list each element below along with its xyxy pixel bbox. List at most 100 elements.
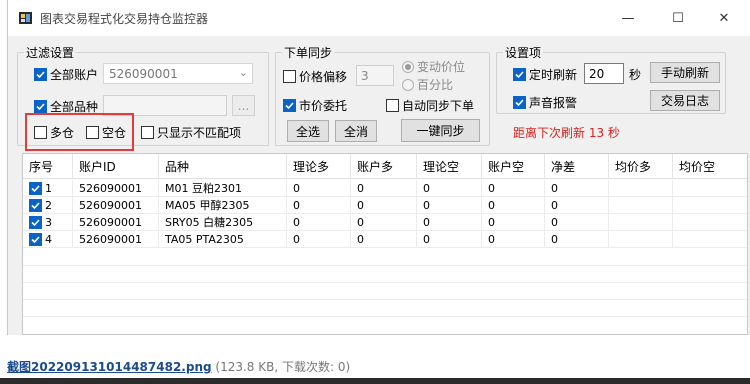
trade-log-button[interactable]: 交易日志 — [650, 90, 720, 111]
table-cell — [609, 214, 673, 231]
table-cell: SRY05 白糖2305 — [159, 214, 287, 231]
column-header[interactable]: 理论空 — [417, 154, 482, 179]
row-select-cell[interactable]: 1 — [23, 180, 73, 197]
table-row[interactable]: 1 526090001 M01 豆粕2301 0 0 0 0 0 — [23, 180, 747, 197]
all-accounts-checkbox[interactable]: 全部账户 — [34, 66, 98, 83]
table-cell: 0 — [417, 180, 482, 197]
checkmark-icon — [29, 181, 42, 195]
column-header[interactable]: 品种 — [159, 154, 287, 179]
column-header[interactable]: 均价空 — [673, 154, 747, 179]
manual-refresh-button[interactable]: 手动刷新 — [650, 62, 720, 83]
table-cell — [673, 180, 747, 197]
chevron-down-icon: ⌄ — [238, 66, 248, 79]
checkmark-icon — [34, 68, 47, 81]
table-cell: 0 — [287, 231, 351, 248]
short-position-label: 空仓 — [102, 126, 127, 140]
price-offset-input[interactable]: 3 — [356, 65, 394, 86]
order-sync-legend: 下单同步 — [284, 46, 333, 60]
table-cell: 0 — [351, 214, 417, 231]
table-cell: 0 — [482, 231, 545, 248]
checkmark-icon — [513, 96, 526, 109]
column-header[interactable]: 均价多 — [609, 154, 673, 179]
attachment-meta: (123.8 KB, 下载次数: 0) — [215, 360, 351, 374]
mismatch-only-checkbox[interactable]: 只显示不匹配项 — [141, 124, 241, 141]
row-number: 3 — [45, 215, 52, 229]
percent-radio[interactable]: 百分比 — [402, 76, 453, 93]
long-position-checkbox[interactable]: 多仓 — [34, 124, 74, 141]
refresh-interval-input[interactable]: 20 — [584, 63, 624, 84]
timed-refresh-checkbox[interactable]: 定时刷新 — [513, 66, 577, 83]
deselect-all-button[interactable]: 全消 — [335, 120, 377, 142]
table-cell — [673, 231, 747, 248]
market-order-label: 市价委托 — [299, 99, 348, 113]
grid-line — [23, 282, 747, 283]
column-header[interactable]: 理论多 — [287, 154, 351, 179]
variable-tick-radio[interactable]: 变动价位 — [402, 58, 465, 75]
price-offset-label: 价格偏移 — [299, 70, 348, 84]
checkmark-icon — [34, 100, 47, 113]
close-button[interactable]: ✕ — [701, 0, 747, 36]
maximize-button[interactable]: ☐ — [655, 0, 701, 36]
table-cell: MA05 甲醇2305 — [159, 197, 287, 214]
seconds-unit-label: 秒 — [629, 68, 642, 82]
market-order-checkbox[interactable]: 市价委托 — [283, 97, 347, 114]
row-select-cell[interactable]: 2 — [23, 197, 73, 214]
long-position-label: 多仓 — [50, 126, 75, 140]
filter-group-legend: 过滤设置 — [26, 46, 75, 60]
table-cell: 0 — [287, 214, 351, 231]
account-select-value: 526090001 — [109, 66, 178, 81]
column-header[interactable]: 序号 — [23, 154, 73, 179]
mismatch-only-label: 只显示不匹配项 — [157, 126, 242, 140]
checkmark-icon — [283, 99, 296, 112]
account-select[interactable]: 526090001 ⌄ — [103, 63, 253, 84]
column-header[interactable]: 账户多 — [351, 154, 417, 179]
table-cell: 526090001 — [73, 214, 159, 231]
checkmark-icon — [29, 232, 42, 246]
table-header: 序号 账户ID 品种 理论多 账户多 理论空 账户空 净差 均价多 均价空 — [23, 154, 747, 179]
sound-alert-checkbox[interactable]: 声音报警 — [513, 94, 577, 111]
table-row[interactable]: 4 526090001 TA05 PTA2305 0 0 0 0 0 — [23, 231, 747, 248]
select-all-button[interactable]: 全选 — [287, 120, 329, 142]
column-header[interactable]: 账户空 — [482, 154, 545, 179]
app-window: 图表交易程式化交易持仓监控器 — ☐ ✕ 过滤设置 全部账户 526090001… — [7, 0, 750, 335]
auto-sync-checkbox[interactable]: 自动同步下单 — [386, 97, 474, 114]
timed-refresh-label: 定时刷新 — [529, 68, 578, 82]
grid-line — [23, 265, 747, 266]
table-cell: 0 — [287, 197, 351, 214]
table-cell: 0 — [545, 180, 609, 197]
table-cell — [609, 231, 673, 248]
attachment-link[interactable]: 截图20220913101448748​2.png — [7, 360, 212, 374]
column-header[interactable]: 净差 — [545, 154, 609, 179]
table-cell: 0 — [417, 197, 482, 214]
table-cell: 0 — [417, 231, 482, 248]
column-header[interactable]: 账户ID — [73, 154, 159, 179]
table-cell: 0 — [482, 180, 545, 197]
attachment-line: 截图20220913101448748​2.png (123.8 KB, 下载次… — [7, 358, 350, 375]
settings-legend: 设置项 — [505, 46, 542, 60]
row-select-cell[interactable]: 4 — [23, 231, 73, 248]
price-offset-checkbox[interactable]: 价格偏移 — [283, 68, 347, 85]
browse-symbols-button[interactable]: ... — [232, 95, 255, 116]
table-cell: 0 — [545, 197, 609, 214]
row-select-cell[interactable]: 3 — [23, 214, 73, 231]
minimize-button[interactable]: — — [605, 0, 651, 36]
table-cell: 0 — [417, 214, 482, 231]
row-number: 1 — [45, 181, 52, 195]
table-row[interactable]: 3 526090001 SRY05 白糖2305 0 0 0 0 0 — [23, 214, 747, 231]
table-cell: 0 — [482, 214, 545, 231]
grid-line — [23, 316, 747, 317]
table-cell: 0 — [351, 180, 417, 197]
table-cell: TA05 PTA2305 — [159, 231, 287, 248]
table-row[interactable]: 2 526090001 MA05 甲醇2305 0 0 0 0 0 — [23, 197, 747, 214]
short-position-checkbox[interactable]: 空仓 — [86, 124, 126, 141]
one-click-sync-button[interactable]: 一键同步 — [401, 119, 480, 142]
row-number: 2 — [45, 198, 52, 212]
table-cell: 0 — [351, 231, 417, 248]
table-cell: 526090001 — [73, 180, 159, 197]
row-number: 4 — [45, 232, 52, 246]
percent-label: 百分比 — [417, 78, 454, 92]
title-bar: 图表交易程式化交易持仓监控器 — ☐ ✕ — [8, 0, 750, 36]
table-cell: 0 — [287, 180, 351, 197]
checkmark-icon — [513, 68, 526, 81]
table-cell: 0 — [482, 197, 545, 214]
